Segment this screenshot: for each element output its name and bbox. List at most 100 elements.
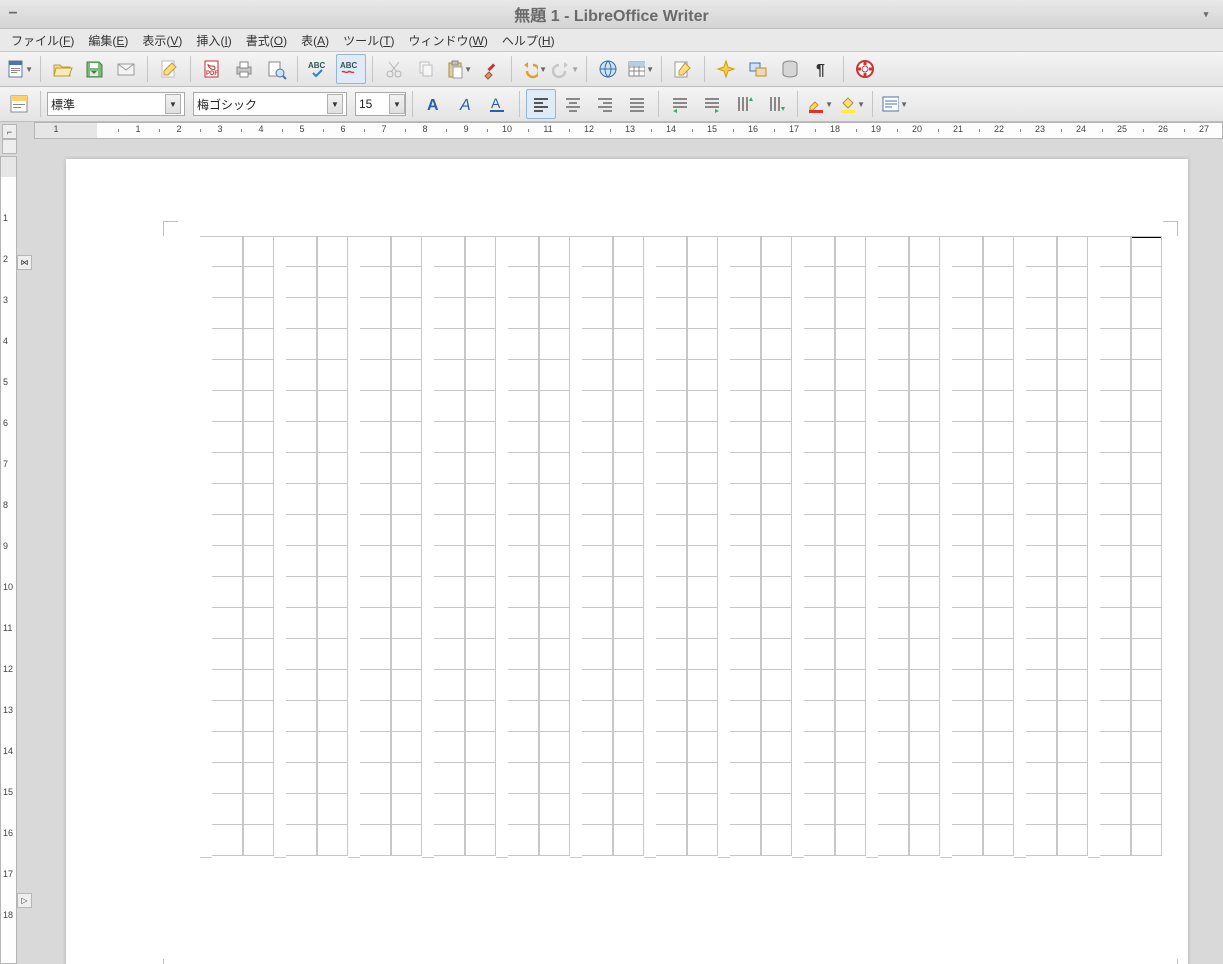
help-button[interactable] [850,54,880,84]
data-sources-button[interactable] [775,54,805,84]
hyperlink-button[interactable] [593,54,623,84]
print-preview-button[interactable] [261,54,291,84]
genko-cell [1026,236,1057,267]
genko-cell [1057,484,1088,515]
open-button[interactable] [47,54,77,84]
nonprinting-chars-button[interactable]: ¶ [807,54,837,84]
tab-stop-selector[interactable]: ⌐ [2,124,17,139]
genko-cell [434,639,465,670]
genko-cell [835,267,866,298]
print-preview-icon [265,58,287,80]
email-button[interactable] [111,54,141,84]
genko-cell [983,267,1014,298]
svg-text:ABC: ABC [308,61,326,70]
genko-cell [761,794,792,825]
genko-cell [656,360,687,391]
dropdown-button[interactable]: ▼ [165,94,181,114]
genko-cell [804,577,835,608]
text-ltr-button[interactable] [665,89,695,119]
align-left-button[interactable] [526,89,556,119]
paragraph-style-combo[interactable]: 標準 ▼ [47,92,185,116]
menu-window[interactable]: ウィンドウ(W) [402,29,495,51]
new-document-button[interactable]: ▼ [4,54,34,84]
genko-cell [1026,546,1057,577]
genko-cell [730,329,761,360]
paragraph-dialog-button[interactable]: ▼ [879,89,909,119]
text-ttb-button[interactable] [729,89,759,119]
background-color-button[interactable]: ▼ [836,89,866,119]
spellcheck-button[interactable]: ABC [304,54,334,84]
genko-cell [761,577,792,608]
menu-table[interactable]: 表(A) [294,29,336,51]
auto-spellcheck-button[interactable]: ABC [336,54,366,84]
text-btt-button[interactable] [761,89,791,119]
highlight-color-button[interactable]: ▼ [804,89,834,119]
bold-button[interactable]: A [419,89,449,119]
star-compass-icon [715,58,737,80]
genko-cell [391,732,422,763]
table-icon [626,58,645,80]
menu-view[interactable]: 表示(V) [135,29,189,51]
italic-button[interactable]: A [451,89,481,119]
menu-edit[interactable]: 編集(E) [81,29,135,51]
underline-button[interactable]: A [483,89,513,119]
genko-cell [613,267,644,298]
genko-cell [983,422,1014,453]
show-draw-functions-button[interactable] [668,54,698,84]
menu-insert[interactable]: 挿入(I) [189,29,238,51]
dropdown-button[interactable]: ▼ [389,94,405,114]
genko-cell [835,515,866,546]
align-justify-button[interactable] [622,89,652,119]
format-paintbrush-button[interactable] [475,54,505,84]
ruler-marker-top[interactable]: ⋈ [17,255,32,270]
window-menu-button[interactable]: ▾ [1199,7,1213,21]
menu-format[interactable]: 書式(O) [239,29,294,51]
genko-cell [1100,267,1131,298]
genko-cell [582,391,613,422]
horizontal-ruler[interactable]: 1123456789101112131415161718192021222324… [34,122,1223,139]
genko-cell [656,577,687,608]
dropdown-button[interactable]: ▼ [327,94,343,114]
minimize-button[interactable]: − [6,7,20,21]
text-rtl-button[interactable] [697,89,727,119]
genko-cell [539,639,570,670]
align-right-button[interactable] [590,89,620,119]
genko-cell [391,329,422,360]
genko-cell [212,360,243,391]
genko-cell [730,236,761,267]
copy-button[interactable] [411,54,441,84]
ruler-marker-bottom[interactable]: ▷ [17,893,32,908]
print-button[interactable] [229,54,259,84]
genko-cell [360,732,391,763]
genko-cell [212,639,243,670]
export-pdf-button[interactable]: PDF [197,54,227,84]
navigator-button[interactable] [711,54,741,84]
save-button[interactable] [79,54,109,84]
document-viewport[interactable] [30,139,1223,964]
genko-gutter [496,236,508,858]
menu-help[interactable]: ヘルプ(H) [495,29,562,51]
paragraph-styles-button[interactable] [4,89,34,119]
cut-button[interactable] [379,54,409,84]
font-name-combo[interactable]: 梅ゴシック ▼ [193,92,347,116]
genko-cell [1100,670,1131,701]
undo-button[interactable]: ▼ [518,54,548,84]
genko-cell [1057,515,1088,546]
edit-file-button[interactable] [154,54,184,84]
genko-cell [391,763,422,794]
menu-file[interactable]: ファイル(F) [4,29,81,51]
gallery-button[interactable] [743,54,773,84]
genko-cell [317,298,348,329]
genko-cell [952,732,983,763]
paste-button[interactable]: ▼ [443,54,473,84]
genko-cell [613,825,644,856]
genko-cell [804,763,835,794]
align-center-button[interactable] [558,89,588,119]
font-size-combo[interactable]: 15 ▼ [355,92,406,116]
document-page[interactable] [66,159,1188,964]
redo-button[interactable]: ▼ [550,54,580,84]
genko-cell [539,453,570,484]
menu-tools[interactable]: ツール(T) [336,29,401,51]
menu-insert-accel: I [224,34,227,48]
insert-table-button[interactable]: ▼ [625,54,655,84]
